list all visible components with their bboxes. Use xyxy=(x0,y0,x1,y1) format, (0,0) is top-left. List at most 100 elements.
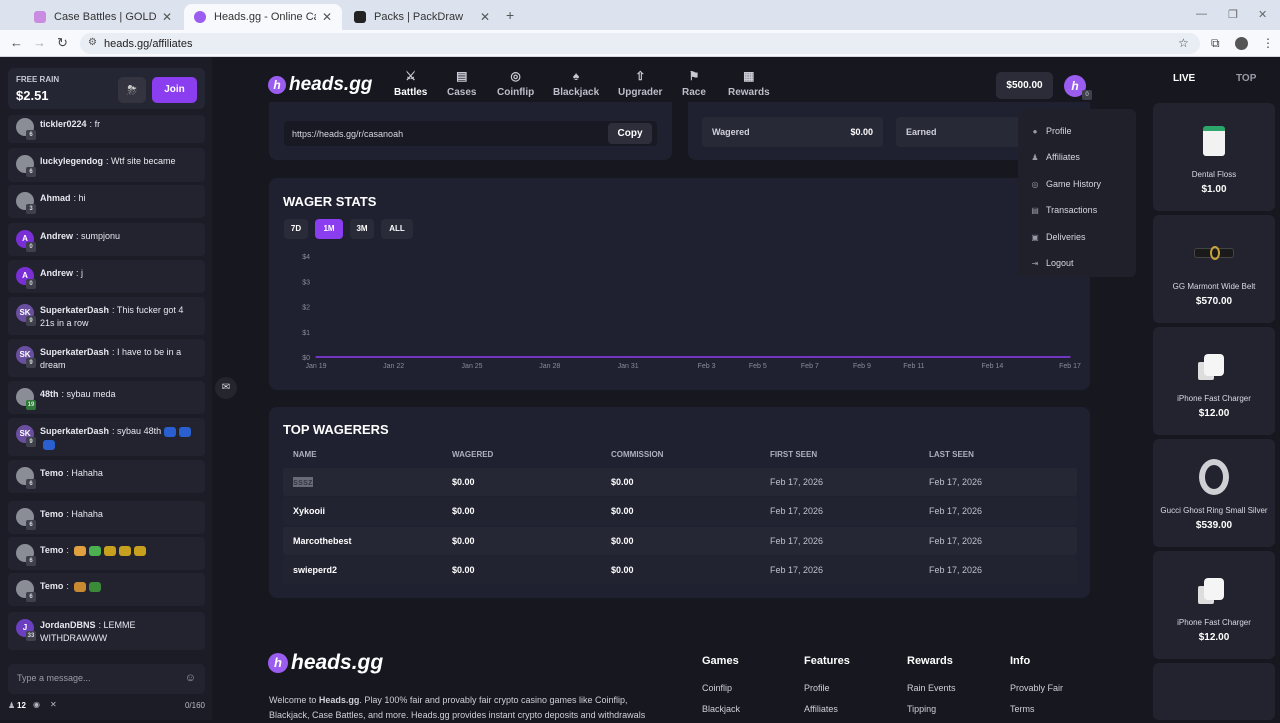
user-avatar-icon[interactable]: 3 xyxy=(16,192,36,214)
back-icon[interactable]: ← xyxy=(10,35,23,50)
user-avatar-icon[interactable]: 6 xyxy=(16,544,36,566)
range-7d[interactable]: 7D xyxy=(284,219,308,239)
user-avatar-icon[interactable]: SK 9 xyxy=(16,304,36,326)
user-avatar-icon[interactable]: 6 xyxy=(16,155,36,177)
tab-top[interactable]: TOP xyxy=(1236,73,1256,84)
live-drop-card[interactable]: iPhone Fast Charger $12.00 xyxy=(1153,551,1275,659)
nav-blackjack[interactable]: ♠ Blackjack xyxy=(553,69,599,98)
message-username[interactable]: 48th xyxy=(40,389,59,399)
logo[interactable]: h heads.gg xyxy=(268,74,372,96)
footer-logo[interactable]: h heads.gg xyxy=(268,651,383,675)
message-username[interactable]: tickler0224 xyxy=(40,119,87,129)
user-avatar-icon[interactable]: A0 xyxy=(16,267,36,289)
footer-link[interactable]: Provably Fair xyxy=(1010,683,1063,693)
close-tab-icon[interactable]: ✕ xyxy=(322,10,332,24)
logo-mark-icon: h xyxy=(268,76,286,94)
live-drop-card[interactable]: Dental Floss $1.00 xyxy=(1153,103,1275,211)
nav-race[interactable]: ⚑ Race xyxy=(682,69,706,98)
site-info-icon[interactable]: ⚙ xyxy=(88,37,97,48)
nav-coinflip[interactable]: ◎ Coinflip xyxy=(497,69,534,98)
range-3m[interactable]: 3M xyxy=(350,219,374,239)
url-field[interactable]: ⚙ heads.gg/affiliates xyxy=(80,33,1200,54)
chat-sidebar: FREE RAIN $2.51 ⛈ Join 6 tickler0224: fr 6… xyxy=(0,57,212,720)
extensions-icon[interactable]: ⧉ xyxy=(1211,36,1220,51)
footer-link[interactable]: Blackjack xyxy=(702,704,740,714)
chat-message: SK 9 SuperkaterDash: I have to be in a dre… xyxy=(8,339,205,377)
chat-toggle-icon[interactable]: ✉ xyxy=(215,377,237,399)
balance-button[interactable]: $500.00 xyxy=(996,72,1053,99)
range-1m[interactable]: 1M xyxy=(315,219,343,239)
user-avatar-icon[interactable]: A0 xyxy=(16,230,36,252)
browser-tab-headsgg[interactable]: Heads.gg - Online Case Battles ✕ xyxy=(184,4,342,30)
live-drop-card[interactable]: iPhone Fast Charger $12.00 xyxy=(1153,327,1275,435)
bookmark-star-icon[interactable]: ☆ xyxy=(1178,36,1189,50)
profile-icon[interactable] xyxy=(1235,37,1248,50)
live-drop-card[interactable]: GG Marmont Wide Belt $570.00 xyxy=(1153,215,1275,323)
discord-icon[interactable]: ◉ xyxy=(33,700,40,709)
message-username[interactable]: SuperkaterDash xyxy=(40,426,109,436)
message-username[interactable]: SuperkaterDash xyxy=(40,347,109,357)
menu-item-transactions[interactable]: ▤ Transactions xyxy=(1030,205,1097,215)
menu-item-affiliates[interactable]: ♟ Affiliates xyxy=(1030,152,1079,162)
data-point xyxy=(705,356,708,358)
nav-upgrader[interactable]: ⇧ Upgrader xyxy=(618,69,662,98)
footer-link[interactable]: Tipping xyxy=(907,704,936,714)
user-avatar-icon[interactable]: SK 9 xyxy=(16,425,36,447)
maximize-icon[interactable]: ❐ xyxy=(1228,8,1238,21)
tab-live[interactable]: LIVE xyxy=(1173,73,1195,84)
message-username[interactable]: JordanDBNS xyxy=(40,620,96,630)
new-tab-icon[interactable]: + xyxy=(506,7,514,23)
range-all[interactable]: ALL xyxy=(381,219,413,239)
message-username[interactable]: Andrew xyxy=(40,268,73,278)
chat-input[interactable]: Type a message... ☺ xyxy=(8,664,205,694)
reload-icon[interactable]: ↻ xyxy=(57,35,68,51)
footer-link[interactable]: Affiliates xyxy=(804,704,838,714)
message-username[interactable]: SuperkaterDash xyxy=(40,305,109,315)
message-username[interactable]: Temo xyxy=(40,509,63,519)
footer-link[interactable]: Profile xyxy=(804,683,830,693)
close-window-icon[interactable]: ✕ xyxy=(1258,8,1267,21)
tip-rain-button[interactable]: ⛈ xyxy=(118,77,146,103)
user-avatar-icon[interactable]: 19 xyxy=(16,388,36,410)
browser-tab-packdraw[interactable]: Packs | PackDraw ✕ xyxy=(344,4,500,30)
live-drop-card[interactable]: Gucci Ghost Ring Small Silver $539.00 xyxy=(1153,439,1275,547)
message-username[interactable]: luckylegendog xyxy=(40,156,103,166)
footer-link[interactable]: Coinflip xyxy=(702,683,732,693)
emoji-icon[interactable]: ☺ xyxy=(185,672,196,684)
x-social-icon[interactable]: ✕ xyxy=(50,700,57,709)
table-row[interactable]: Xykooii $0.00 $0.00 Feb 17, 2026 Feb 17, 202… xyxy=(283,497,1077,525)
user-avatar-icon[interactable]: 6 xyxy=(16,467,36,489)
message-username[interactable]: Temo xyxy=(40,468,63,478)
browser-menu-icon[interactable]: ⋮ xyxy=(1262,36,1274,50)
copy-button[interactable]: Copy xyxy=(608,123,652,144)
footer-link[interactable]: Rain Events xyxy=(907,683,956,693)
footer-link[interactable]: Terms xyxy=(1010,704,1035,714)
menu-item-deliveries[interactable]: ▣ Deliveries xyxy=(1030,232,1085,242)
minimize-icon[interactable]: — xyxy=(1196,8,1207,20)
message-username[interactable]: Ahmad xyxy=(40,193,71,203)
table-row[interactable]: swieperd2 $0.00 $0.00 Feb 17, 2026 Feb 17, 2… xyxy=(283,556,1077,584)
message-username[interactable]: Temo xyxy=(40,545,63,555)
user-avatar-icon[interactable]: 6 xyxy=(16,580,36,602)
message-username[interactable]: Andrew xyxy=(40,231,73,241)
table-row[interactable]: Marcothebest $0.00 $0.00 Feb 17, 2026 Feb 17… xyxy=(283,527,1077,555)
join-rain-button[interactable]: Join xyxy=(152,77,197,103)
message-username[interactable]: Temo xyxy=(40,581,63,591)
browser-tab-goldpump[interactable]: Case Battles | GOLDPUMP ✕ xyxy=(24,4,182,30)
nav-cases[interactable]: ▤ Cases xyxy=(447,69,476,98)
user-avatar-icon[interactable]: J 33 xyxy=(16,619,36,641)
nav-rewards[interactable]: ▦ Rewards xyxy=(728,69,770,98)
close-tab-icon[interactable]: ✕ xyxy=(162,10,172,24)
menu-item-logout[interactable]: ⇥ Logout xyxy=(1030,258,1074,268)
user-avatar-icon[interactable]: SK 9 xyxy=(16,346,36,368)
user-avatar-icon[interactable]: 6 xyxy=(16,508,36,530)
nav-battles[interactable]: ⚔ Battles xyxy=(394,69,427,98)
menu-item-game-history[interactable]: ◎ Game History xyxy=(1030,179,1102,189)
referral-link-field[interactable]: https://heads.gg/r/casanoah xyxy=(284,121,657,146)
user-avatar-icon[interactable]: 6 xyxy=(16,118,36,140)
forward-icon[interactable]: → xyxy=(33,35,46,50)
live-drop-card-partial[interactable] xyxy=(1153,663,1275,720)
table-row[interactable]: sssz $0.00 $0.00 Feb 17, 2026 Feb 17, 2026 xyxy=(283,468,1077,496)
close-tab-icon[interactable]: ✕ xyxy=(480,10,490,24)
menu-item-profile[interactable]: ● Profile xyxy=(1030,126,1072,136)
